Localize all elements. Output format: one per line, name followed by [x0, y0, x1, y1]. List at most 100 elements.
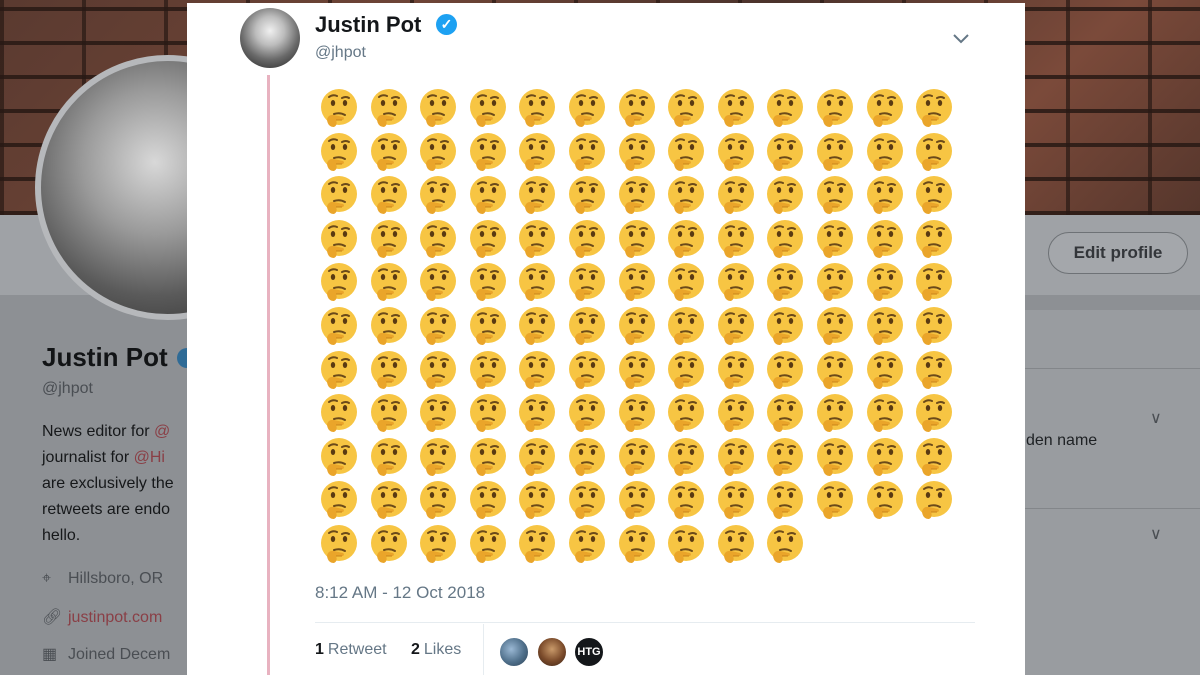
- thinking-face-emoji-icon: [368, 174, 410, 216]
- thinking-face-emoji-icon: [715, 87, 757, 129]
- thinking-face-emoji-icon: [814, 349, 856, 391]
- thinking-face-emoji-icon: [417, 392, 459, 434]
- thinking-face-emoji-icon: [864, 392, 906, 434]
- thinking-face-emoji-icon: [467, 174, 509, 216]
- thinking-face-emoji-icon: [864, 349, 906, 391]
- thinking-face-emoji-icon: [516, 87, 558, 129]
- thinking-face-emoji-icon: [318, 218, 360, 260]
- right-sidebar-card: [1025, 310, 1200, 675]
- thinking-face-emoji-icon: [417, 479, 459, 521]
- thinking-face-emoji-icon: [864, 131, 906, 173]
- thinking-face-emoji-icon: [318, 392, 360, 434]
- thinking-face-emoji-icon: [913, 349, 955, 391]
- thinking-face-emoji-icon: [417, 261, 459, 303]
- thinking-face-emoji-icon: [566, 392, 608, 434]
- chevron-down-icon[interactable]: ∨: [1150, 408, 1162, 428]
- thinking-face-emoji-icon: [665, 131, 707, 173]
- thinking-face-emoji-icon: [516, 261, 558, 303]
- right-sidebar-divider: [1025, 368, 1200, 369]
- thinking-face-emoji-icon: [715, 479, 757, 521]
- chevron-down-icon[interactable]: ∨: [1150, 524, 1162, 544]
- thinking-face-emoji-icon: [566, 349, 608, 391]
- thinking-face-emoji-icon: [368, 305, 410, 347]
- thinking-face-emoji-icon: [814, 174, 856, 216]
- thinking-face-emoji-icon: [566, 261, 608, 303]
- thinking-face-emoji-icon: [616, 218, 658, 260]
- thinking-face-emoji-icon: [516, 523, 558, 565]
- thinking-face-emoji-icon: [814, 392, 856, 434]
- author-name[interactable]: Justin Pot: [315, 12, 421, 38]
- liker-avatar[interactable]: [498, 636, 530, 668]
- bio-mention-link[interactable]: @: [154, 423, 170, 440]
- thinking-face-emoji-icon: [516, 305, 558, 347]
- thinking-face-emoji-icon: [764, 174, 806, 216]
- tweet-timestamp[interactable]: 8:12 AM - 12 Oct 2018: [315, 583, 485, 603]
- thread-line: [267, 75, 270, 675]
- bio-line: journalist for @Hi: [42, 449, 165, 466]
- thinking-face-emoji-icon: [516, 131, 558, 173]
- thinking-face-emoji-icon: [467, 479, 509, 521]
- thinking-face-emoji-icon: [764, 523, 806, 565]
- thinking-face-emoji-icon: [864, 436, 906, 478]
- bio-mention-link[interactable]: @Hi: [134, 449, 165, 466]
- edit-profile-button[interactable]: Edit profile: [1048, 232, 1188, 274]
- thinking-face-emoji-icon: [566, 87, 608, 129]
- profile-website: 🔗︎ justinpot.com: [42, 607, 162, 627]
- thinking-face-emoji-icon: [814, 218, 856, 260]
- thinking-face-emoji-icon: [417, 523, 459, 565]
- thinking-face-emoji-icon: [814, 87, 856, 129]
- thinking-face-emoji-icon: [665, 392, 707, 434]
- thinking-face-emoji-icon: [318, 305, 360, 347]
- thinking-face-emoji-icon: [715, 523, 757, 565]
- thinking-face-emoji-icon: [665, 479, 707, 521]
- thinking-face-emoji-icon: [665, 436, 707, 478]
- thinking-face-emoji-icon: [665, 87, 707, 129]
- thinking-face-emoji-icon: [814, 131, 856, 173]
- thinking-face-emoji-icon: [417, 305, 459, 347]
- thinking-face-emoji-icon: [318, 349, 360, 391]
- liker-avatar[interactable]: [536, 636, 568, 668]
- thinking-face-emoji-icon: [467, 218, 509, 260]
- thinking-face-emoji-icon: [467, 436, 509, 478]
- likes-count[interactable]: 2 Likes: [411, 641, 461, 659]
- thinking-face-emoji-icon: [467, 305, 509, 347]
- thinking-face-emoji-icon: [566, 436, 608, 478]
- thinking-face-emoji-icon: [566, 174, 608, 216]
- thinking-face-emoji-icon: [665, 305, 707, 347]
- author-avatar[interactable]: [240, 8, 300, 68]
- thinking-face-emoji-icon: [913, 174, 955, 216]
- liker-avatar[interactable]: HTG: [573, 636, 605, 668]
- retweets-count[interactable]: 1 Retweet: [315, 641, 387, 659]
- bio-line: hello.: [42, 527, 81, 544]
- thinking-face-emoji-icon: [715, 305, 757, 347]
- thinking-face-emoji-icon: [368, 523, 410, 565]
- thinking-face-emoji-icon: [715, 349, 757, 391]
- thinking-face-emoji-icon: [616, 305, 658, 347]
- website-link[interactable]: justinpot.com: [68, 609, 162, 626]
- thinking-face-emoji-icon: [864, 261, 906, 303]
- thinking-face-emoji-icon: [616, 436, 658, 478]
- chevron-down-icon[interactable]: [949, 27, 973, 51]
- thinking-face-emoji-icon: [715, 174, 757, 216]
- author-handle[interactable]: @jhpot: [315, 44, 366, 62]
- thinking-face-emoji-icon: [368, 131, 410, 173]
- thinking-face-emoji-icon: [715, 131, 757, 173]
- thinking-face-emoji-icon: [318, 436, 360, 478]
- thinking-face-emoji-icon: [913, 87, 955, 129]
- thinking-face-emoji-icon: [417, 349, 459, 391]
- divider: [483, 624, 484, 675]
- thinking-face-emoji-icon: [764, 261, 806, 303]
- thinking-face-emoji-icon: [913, 305, 955, 347]
- thinking-face-emoji-icon: [764, 305, 806, 347]
- thinking-face-emoji-icon: [764, 131, 806, 173]
- thinking-face-emoji-icon: [368, 349, 410, 391]
- thinking-face-emoji-icon: [516, 174, 558, 216]
- thinking-face-emoji-icon: [715, 392, 757, 434]
- thinking-face-emoji-icon: [616, 523, 658, 565]
- thinking-face-emoji-icon: [368, 436, 410, 478]
- thinking-face-emoji-icon: [715, 218, 757, 260]
- thinking-face-emoji-icon: [467, 523, 509, 565]
- thinking-face-emoji-icon: [417, 174, 459, 216]
- thinking-face-emoji-icon: [616, 392, 658, 434]
- thinking-face-emoji-icon: [516, 218, 558, 260]
